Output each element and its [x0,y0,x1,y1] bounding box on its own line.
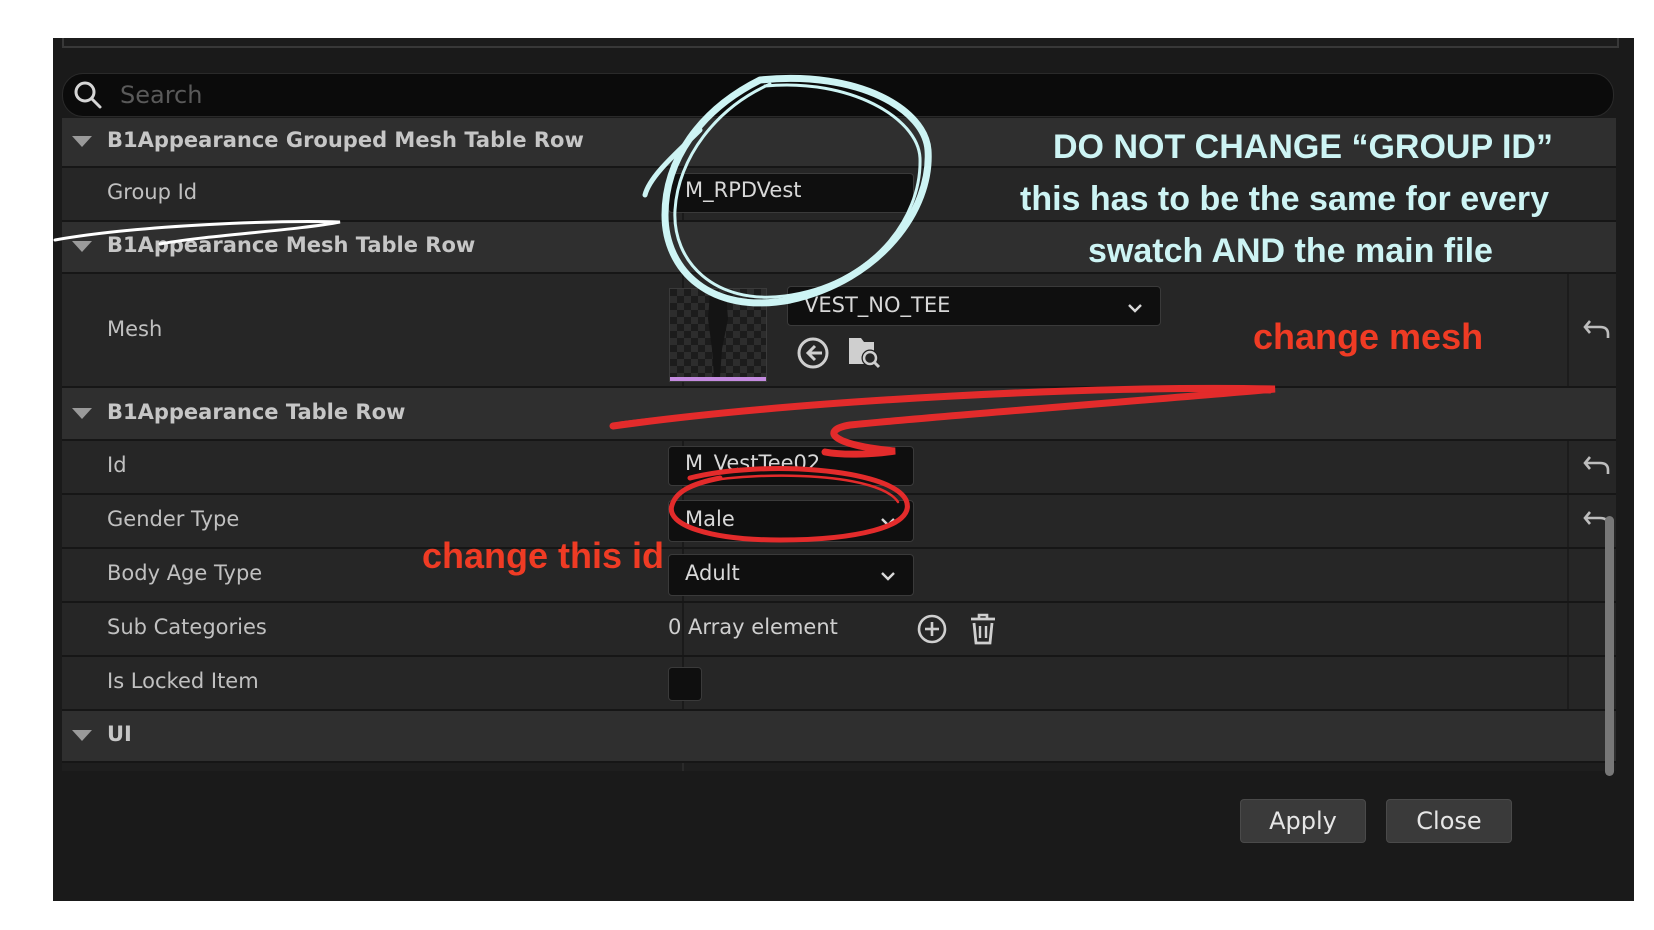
mesh-label: Mesh [107,317,163,341]
reset-column-divider [1567,441,1569,493]
browse-icon[interactable] [846,334,882,370]
gender-type-label: Gender Type [107,507,240,531]
category-title: B1Appearance Mesh Table Row [107,233,476,257]
property-row-is-locked-item: Is Locked Item [62,657,1616,711]
close-button[interactable]: Close [1386,799,1512,843]
reset-column-divider [1567,657,1569,709]
property-row-id: Id M_VestTee02 [62,441,1616,495]
category-title: B1Appearance Table Row [107,400,406,424]
group-id-field[interactable]: M_RPDVest [668,173,914,213]
id-label: Id [107,453,127,477]
chevron-down-icon [1128,304,1142,313]
gender-type-value: Male [685,507,735,531]
add-element-icon[interactable] [916,613,948,645]
is-locked-item-label: Is Locked Item [107,669,259,693]
panel-top-frame [62,38,1619,48]
list-bottom-strip [62,763,1616,771]
category-title: B1Appearance Grouped Mesh Table Row [107,128,584,152]
vest-mesh-preview-icon [708,293,728,377]
property-row-sub-categories: Sub Categories 0 Array element [62,603,1616,657]
reset-arrow-icon[interactable] [1582,454,1612,478]
sub-categories-count: 0 Array element [668,615,838,639]
group-id-warning-line-2: this has to be the same for every [1020,180,1550,218]
chevron-down-icon [881,572,895,581]
sub-categories-label: Sub Categories [107,615,267,639]
scrollbar-thumb[interactable] [1605,516,1614,776]
collapse-triangle-icon[interactable] [72,136,92,147]
use-selected-icon[interactable] [796,336,830,370]
body-age-type-value: Adult [685,561,740,585]
collapse-triangle-icon[interactable] [72,408,92,419]
search-input[interactable] [118,78,1522,112]
collapse-triangle-icon[interactable] [72,730,92,741]
trash-icon[interactable] [968,612,998,646]
category-table-row[interactable]: B1Appearance Table Row [62,388,1616,441]
mesh-picker-combo[interactable]: VEST_NO_TEE [787,286,1161,326]
apply-button[interactable]: Apply [1240,799,1366,843]
reset-column-divider [1567,495,1569,547]
mesh-picker-value: VEST_NO_TEE [804,293,951,317]
reset-column-divider [1567,274,1569,386]
search-bar[interactable] [62,73,1614,117]
body-age-type-combo[interactable]: Adult [668,554,914,596]
property-row-body-age-type: Body Age Type Adult [62,549,1616,603]
is-locked-item-checkbox[interactable] [668,667,702,701]
search-icon [74,81,102,109]
asset-type-bar [670,377,766,381]
details-panel: B1Appearance Grouped Mesh Table Row Grou… [53,38,1634,901]
category-title: UI [107,722,132,746]
mesh-thumbnail[interactable] [669,288,767,382]
gender-type-combo[interactable]: Male [668,500,914,542]
property-row-gender-type: Gender Type Male [62,495,1616,549]
reset-column-divider [1567,603,1569,655]
collapse-triangle-icon[interactable] [72,241,92,252]
reset-arrow-icon[interactable] [1582,318,1612,342]
group-id-warning-line-3: swatch AND the main file [1088,232,1493,270]
reset-column-divider [1567,549,1569,601]
group-id-warning-line-1: DO NOT CHANGE “GROUP ID” [1053,128,1553,166]
id-field[interactable]: M_VestTee02 [668,446,914,486]
chevron-down-icon [881,518,895,527]
change-mesh-note: change mesh [1253,316,1484,357]
change-id-note: change this id [422,535,665,576]
category-ui[interactable]: UI [62,711,1616,763]
body-age-type-label: Body Age Type [107,561,263,585]
group-id-label: Group Id [107,180,198,204]
